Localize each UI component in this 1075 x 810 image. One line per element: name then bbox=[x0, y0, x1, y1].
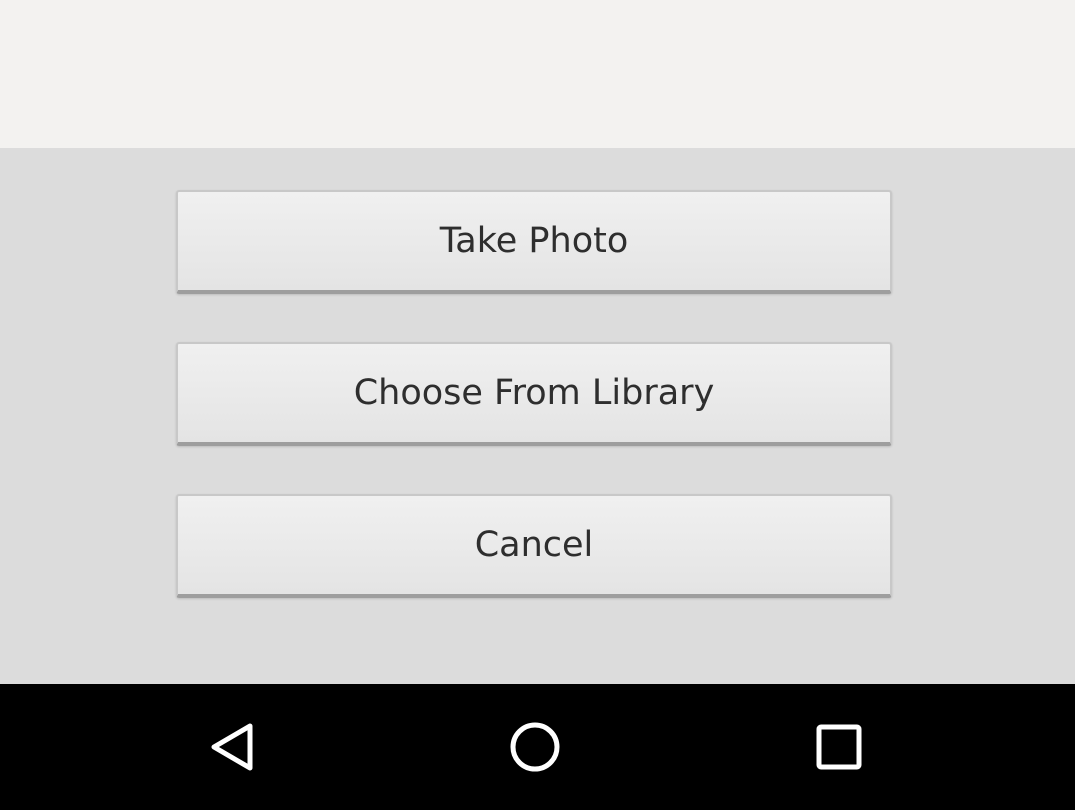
choose-from-library-button[interactable]: Choose From Library bbox=[176, 342, 892, 446]
back-triangle-icon bbox=[211, 723, 253, 771]
recents-button[interactable] bbox=[808, 716, 870, 778]
background-area bbox=[0, 0, 1075, 148]
back-button[interactable] bbox=[202, 716, 264, 778]
choose-from-library-label: Choose From Library bbox=[353, 373, 715, 413]
photo-action-sheet: Take Photo Choose From Library Cancel bbox=[0, 148, 1075, 684]
take-photo-button[interactable]: Take Photo bbox=[176, 190, 892, 294]
cancel-label: Cancel bbox=[474, 525, 594, 565]
recents-square-icon bbox=[816, 724, 862, 770]
take-photo-label: Take Photo bbox=[439, 221, 629, 261]
cancel-button[interactable]: Cancel bbox=[176, 494, 892, 598]
system-navigation-bar bbox=[0, 684, 1075, 810]
home-button[interactable] bbox=[504, 716, 566, 778]
home-circle-icon bbox=[510, 722, 560, 772]
screen: Take Photo Choose From Library Cancel bbox=[0, 0, 1075, 810]
